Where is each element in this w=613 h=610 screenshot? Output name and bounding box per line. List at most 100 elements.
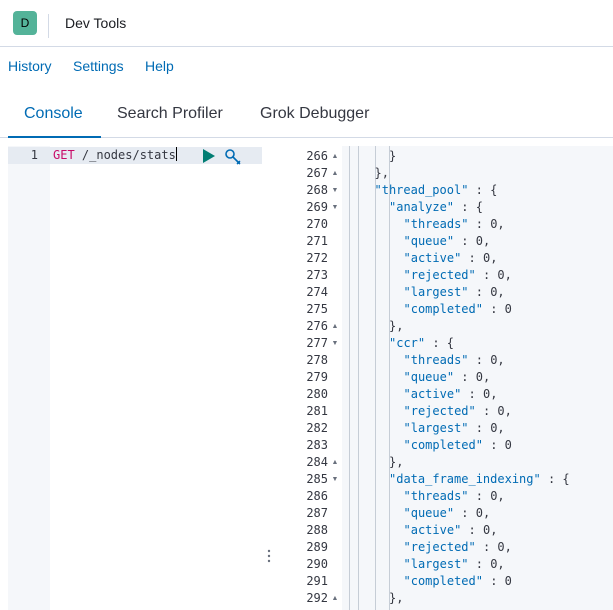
page-title: Dev Tools [65,15,127,31]
json-text: "queue" : 0, [403,506,491,520]
json-key: "active" [403,251,462,265]
line-number: 277 [306,336,328,350]
json-key: "threads" [403,489,469,503]
json-key: "queue" [403,370,455,384]
line-number: 286 [306,489,328,503]
line-number: 278 [306,353,328,367]
panel-resizer[interactable] [262,146,276,610]
line-number: 268 [306,183,328,197]
output-line: 284 ▲}, [276,454,613,471]
fold-down-icon[interactable]: ▼ [330,199,340,216]
line-number: 285 [306,472,328,486]
tab-search-profiler[interactable]: Search Profiler [117,92,223,138]
fold-down-icon[interactable]: ▼ [330,335,340,352]
output-line: 270 "threads" : 0, [276,216,613,233]
json-text: "active" : 0, [403,387,498,401]
output-line: 272 "active" : 0, [276,250,613,267]
line-number: 291 [306,574,328,588]
output-line: 292 ▲}, [276,590,613,607]
json-key: "largest" [403,421,469,435]
json-text: "completed" : 0 [403,302,512,316]
json-text: "threads" : 0, [403,489,505,503]
json-text: "queue" : 0, [403,234,491,248]
line-number: 267 [306,166,328,180]
fold-up-icon[interactable]: ▲ [330,165,340,182]
line-number: 282 [306,421,328,435]
json-text: }, [389,455,404,469]
json-key: "completed" [403,574,483,588]
header-divider [48,14,49,38]
request-method: GET [53,148,75,162]
fold-up-icon[interactable]: ▲ [330,590,340,607]
json-key: "rejected" [403,268,476,282]
line-number: 289 [306,540,328,554]
json-text: "completed" : 0 [403,438,512,452]
request-path: /_nodes/stats [74,148,176,162]
json-key: "threads" [403,353,469,367]
tab-grok-debugger[interactable]: Grok Debugger [260,92,369,138]
json-text: "analyze" : { [389,200,483,214]
output-line: 266 ▲} [276,148,613,165]
json-key: "rejected" [403,404,476,418]
fold-down-icon[interactable]: ▼ [330,182,340,199]
output-line: 290 "largest" : 0, [276,556,613,573]
json-text: "active" : 0, [403,251,498,265]
json-text: "rejected" : 0, [403,268,512,282]
line-number: 273 [306,268,328,282]
json-text: "largest" : 0, [403,557,505,571]
line-number: 270 [306,217,328,231]
line-number: 281 [306,404,328,418]
line-number: 269 [306,200,328,214]
drag-handle-icon[interactable] [267,549,271,563]
output-line: 282 "largest" : 0, [276,420,613,437]
json-text: "queue" : 0, [403,370,491,384]
tab-bar: Console Search Profiler Grok Debugger [0,92,613,138]
json-text: }, [374,166,389,180]
json-key: "largest" [403,557,469,571]
json-key: "rejected" [403,540,476,554]
request-line[interactable]: GET /_nodes/stats [53,147,177,164]
output-line: 287 "queue" : 0, [276,505,613,522]
output-line: 289 "rejected" : 0, [276,539,613,556]
json-key: "completed" [403,302,483,316]
line-number: 280 [306,387,328,401]
json-key: "ccr" [389,336,426,350]
json-text: "rejected" : 0, [403,404,512,418]
settings-link[interactable]: Settings [73,58,124,74]
output-line: 275 "completed" : 0 [276,301,613,318]
text-cursor [175,147,177,161]
tab-console[interactable]: Console [8,92,101,138]
app-avatar[interactable]: D [13,11,37,35]
json-key: "active" [403,387,462,401]
output-line: 267 ▲}, [276,165,613,182]
request-editor[interactable]: 1 GET /_nodes/stats [8,146,262,610]
fold-down-icon[interactable]: ▼ [330,471,340,488]
output-line: 269 ▼ "analyze" : { [276,199,613,216]
output-line: 271 "queue" : 0, [276,233,613,250]
json-text: }, [389,319,404,333]
line-number: 279 [306,370,328,384]
json-text: "thread_pool" : { [374,183,498,197]
history-link[interactable]: History [8,58,52,74]
wrench-icon[interactable] [224,148,242,166]
line-number: 276 [306,319,328,333]
response-output[interactable]: 266 ▲} 267 ▲}, 268 ▼ "thread_pool" : {269 ▼ "ana… [276,146,613,610]
output-line: 286 "threads" : 0, [276,488,613,505]
line-number: 1 [30,148,38,162]
header-bar: D Dev Tools [0,0,613,47]
output-line: 276 ▲}, [276,318,613,335]
help-link[interactable]: Help [145,58,174,74]
json-key: "threads" [403,217,469,231]
json-key: "completed" [403,438,483,452]
output-line: 278 "threads" : 0, [276,352,613,369]
line-number: 287 [306,506,328,520]
line-number: 275 [306,302,328,316]
fold-up-icon[interactable]: ▲ [330,318,340,335]
json-text: "ccr" : { [389,336,455,350]
play-icon[interactable] [200,148,216,164]
json-text: }, [389,591,404,605]
json-text: "largest" : 0, [403,421,505,435]
output-line: 281 "rejected" : 0, [276,403,613,420]
fold-up-icon[interactable]: ▲ [330,454,340,471]
fold-up-icon[interactable]: ▲ [330,148,340,165]
